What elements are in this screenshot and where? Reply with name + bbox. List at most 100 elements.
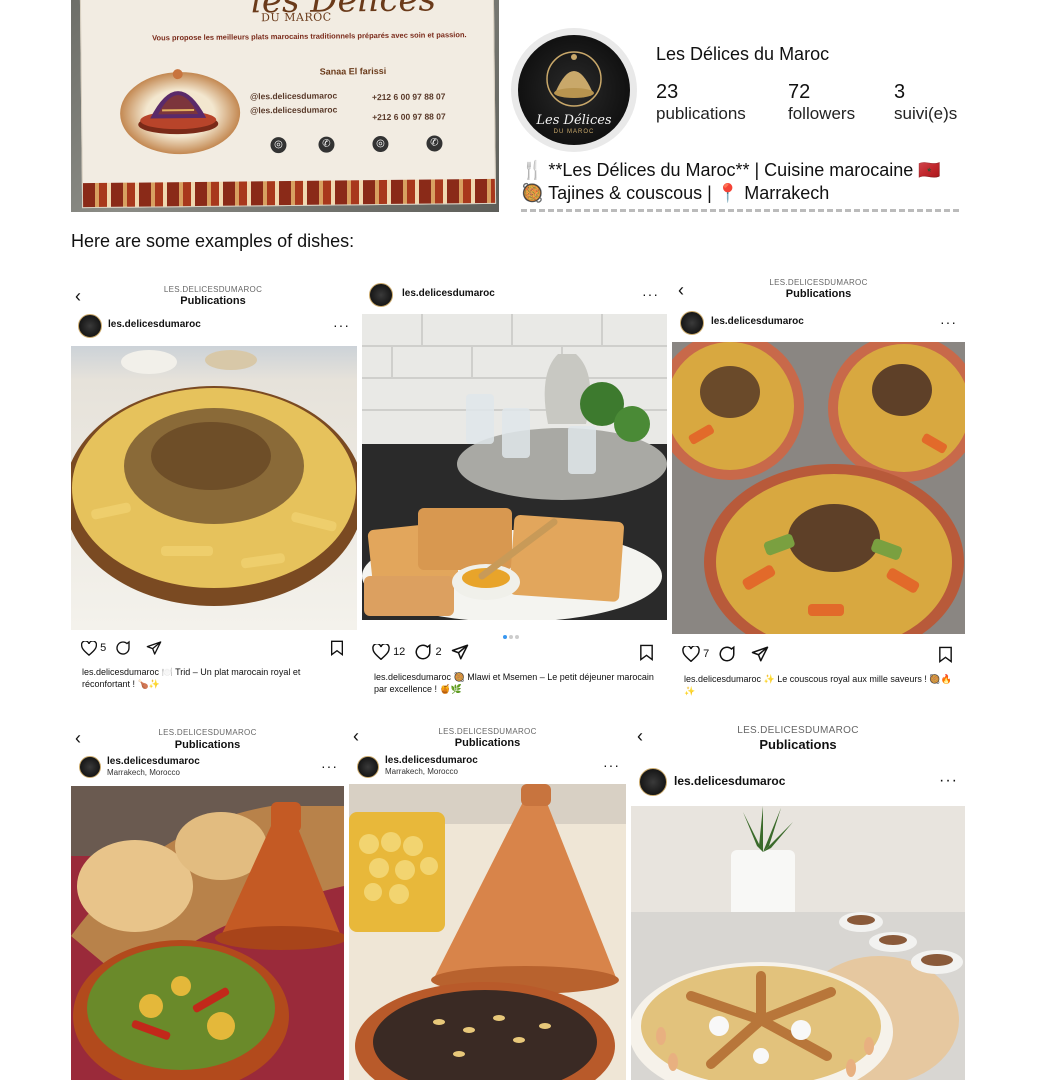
heart-icon[interactable] bbox=[682, 645, 700, 663]
card-phone-2: +212 6 00 97 88 07 bbox=[372, 111, 446, 123]
caption-username[interactable]: les.delicesdumaroc bbox=[374, 672, 451, 682]
post-card-couscous[interactable]: ‹ LES.DELICESDUMAROC Publications les.de… bbox=[672, 274, 965, 700]
post-caption: les.delicesdumaroc ✨ Le couscous royal a… bbox=[684, 673, 960, 697]
post-image-seffa[interactable] bbox=[631, 806, 965, 1080]
post-username[interactable]: les.delicesdumaroc bbox=[674, 774, 785, 788]
avatar-logo: Les Délices DU MAROC bbox=[518, 35, 630, 145]
stat-followers[interactable]: 72 followers bbox=[788, 81, 855, 124]
card-owner: Sanaa El farissi bbox=[319, 65, 387, 77]
more-icon[interactable]: ··· bbox=[603, 757, 620, 773]
profile-bio-line-2: 🥘 Tajines & couscous | 📍 Marrakech bbox=[521, 183, 830, 203]
post-header-kicker: LES.DELICESDUMAROC bbox=[163, 285, 263, 294]
post-header-kicker: LES.DELICESDUMAROC bbox=[438, 727, 537, 736]
post-username[interactable]: les.delicesdumaroc bbox=[385, 755, 478, 766]
msemen-tea-illustration bbox=[362, 314, 667, 620]
profile-avatar[interactable]: Les Délices DU MAROC bbox=[511, 28, 637, 152]
post-image-couscous[interactable] bbox=[672, 342, 965, 634]
heart-icon[interactable] bbox=[372, 643, 390, 661]
post-image-msemen[interactable] bbox=[362, 314, 667, 620]
share-icon[interactable] bbox=[751, 645, 769, 663]
business-card: les Délices DU MAROC Vous propose les me… bbox=[79, 0, 497, 209]
post-card-trid[interactable]: ‹ LES.DELICESDUMAROC Publications les.de… bbox=[71, 280, 357, 700]
post-header-kicker: LES.DELICESDUMAROC bbox=[737, 725, 859, 736]
avatar[interactable] bbox=[639, 768, 667, 796]
post-username[interactable]: les.delicesdumaroc bbox=[402, 288, 495, 299]
card-phone-1: +212 6 00 97 88 07 bbox=[371, 91, 446, 103]
avatar[interactable] bbox=[680, 311, 704, 335]
more-icon[interactable]: ··· bbox=[333, 317, 350, 333]
post-username[interactable]: les.delicesdumaroc bbox=[107, 756, 200, 767]
stat-label: publications bbox=[656, 104, 746, 123]
like-count: 5 bbox=[100, 641, 107, 654]
more-icon[interactable]: ··· bbox=[642, 286, 659, 302]
whatsapp-icon: ✆ bbox=[426, 135, 443, 152]
avatar[interactable] bbox=[357, 756, 379, 778]
bookmark-icon[interactable] bbox=[330, 640, 344, 656]
post-header-title: Publications bbox=[180, 295, 246, 307]
business-card-photo: les Délices DU MAROC Vous propose les me… bbox=[71, 0, 499, 212]
stat-number: 72 bbox=[788, 81, 811, 103]
post-header-title: Publications bbox=[454, 737, 521, 749]
stat-following[interactable]: 3 suivi(e)s bbox=[894, 81, 957, 124]
carousel-indicator bbox=[502, 626, 520, 644]
caption-username[interactable]: les.delicesdumaroc bbox=[82, 667, 159, 677]
profile-bio-cut-off bbox=[521, 207, 961, 213]
more-icon[interactable]: ··· bbox=[940, 314, 957, 330]
share-icon[interactable] bbox=[146, 640, 162, 656]
post-header-title: Publications bbox=[785, 288, 852, 300]
post-caption: les.delicesdumaroc 🥘 Mlawi et Msemen – L… bbox=[374, 671, 658, 695]
share-icon[interactable] bbox=[451, 643, 469, 661]
stat-label: suivi(e)s bbox=[894, 104, 958, 123]
post-caption: les.delicesdumaroc 🍽️ Trid – Un plat mar… bbox=[82, 666, 350, 690]
avatar-logo-text: Les Délices bbox=[536, 113, 612, 128]
instagram-icon: ◎ bbox=[372, 135, 389, 153]
profile-name: Les Délices du Maroc bbox=[656, 44, 830, 64]
heart-icon[interactable] bbox=[80, 639, 98, 656]
caption-username[interactable]: les.delicesdumaroc bbox=[684, 674, 761, 684]
post-card-tagine-vegetables[interactable]: ‹ LES.DELICESDUMAROC Publications les.de… bbox=[71, 724, 344, 1080]
post-header-kicker: LES.DELICESDUMAROC bbox=[158, 728, 257, 737]
post-image-trid[interactable] bbox=[71, 346, 357, 630]
post-card-tagine-prunes[interactable]: ‹ LES.DELICESDUMAROC Publications les.de… bbox=[349, 724, 626, 1080]
post-actions: 5 bbox=[80, 639, 162, 656]
tagine-logo-icon bbox=[546, 51, 602, 107]
stat-number: 23 bbox=[656, 81, 679, 103]
profile-bio-line-1: 🍴 **Les Délices du Maroc** | Cuisine mar… bbox=[521, 160, 941, 180]
post-header-kicker: LES.DELICESDUMAROC bbox=[769, 278, 868, 287]
comment-icon[interactable] bbox=[115, 640, 131, 656]
like-count: 7 bbox=[703, 647, 710, 660]
whatsapp-icon: ✆ bbox=[318, 136, 335, 153]
more-icon[interactable]: ··· bbox=[321, 758, 338, 774]
stat-publications[interactable]: 23 publications bbox=[656, 81, 746, 124]
comment-icon[interactable] bbox=[718, 645, 736, 663]
comment-icon[interactable] bbox=[414, 643, 432, 661]
couscous-plates-illustration bbox=[672, 342, 965, 634]
card-handle-2: @les.delicesdumaroc bbox=[250, 104, 338, 116]
post-actions: 7 bbox=[682, 645, 769, 663]
stat-number: 3 bbox=[894, 81, 906, 103]
bookmark-icon[interactable] bbox=[938, 646, 953, 663]
card-brand-sub: DU MAROC bbox=[261, 10, 332, 25]
post-image-tagine-vegetables[interactable] bbox=[71, 786, 344, 1080]
post-username[interactable]: les.delicesdumaroc bbox=[108, 319, 201, 330]
post-location[interactable]: Marrakech, Morocco bbox=[107, 768, 180, 777]
post-card-msemen[interactable]: les.delicesdumaroc ··· 12 2 les.delicesd… bbox=[362, 280, 667, 700]
avatar[interactable] bbox=[369, 283, 393, 307]
bookmark-icon[interactable] bbox=[639, 644, 654, 661]
avatar-logo-subtext: DU MAROC bbox=[553, 129, 595, 135]
tagine-prunes-illustration bbox=[349, 784, 626, 1080]
avatar[interactable] bbox=[79, 756, 101, 778]
post-actions: 12 2 bbox=[372, 643, 469, 661]
post-image-tagine-prunes[interactable] bbox=[349, 784, 626, 1080]
stat-label: followers bbox=[788, 104, 856, 123]
like-count: 12 bbox=[393, 645, 406, 658]
post-header-title: Publications bbox=[174, 739, 241, 751]
more-icon[interactable]: ··· bbox=[939, 772, 958, 790]
instagram-icon: ◎ bbox=[270, 137, 287, 154]
seffa-dish-illustration bbox=[631, 806, 965, 1080]
avatar[interactable] bbox=[78, 314, 102, 338]
post-location[interactable]: Marrakech, Morocco bbox=[385, 767, 458, 776]
post-username[interactable]: les.delicesdumaroc bbox=[711, 316, 804, 327]
trid-dish-illustration bbox=[71, 350, 357, 606]
post-card-seffa[interactable]: ‹ LES.DELICESDUMAROC Publications les.de… bbox=[631, 720, 965, 1080]
